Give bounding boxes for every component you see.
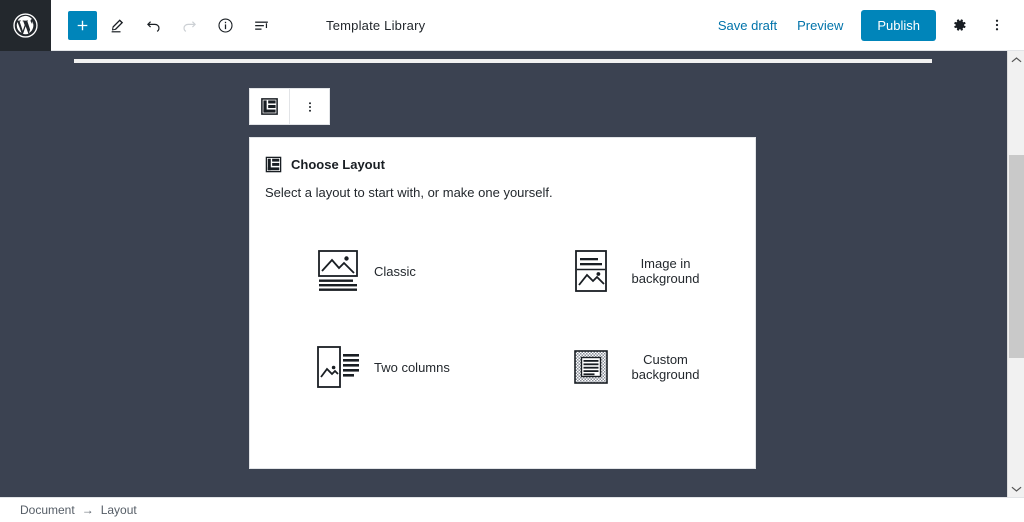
scrollbar-thumb[interactable] bbox=[1009, 155, 1024, 358]
layout-option-two-columns[interactable]: Two columns bbox=[250, 319, 503, 415]
block-more-options-icon[interactable] bbox=[290, 89, 329, 124]
wordpress-logo-icon[interactable] bbox=[0, 0, 51, 51]
block-navigation-icon[interactable] bbox=[246, 10, 277, 41]
editor-root: Template Library Save draft Preview Publ… bbox=[0, 0, 1024, 522]
redo-arrow-icon[interactable] bbox=[174, 10, 205, 41]
editor-top-toolbar: Template Library Save draft Preview Publ… bbox=[0, 0, 1024, 51]
undo-arrow-icon[interactable] bbox=[138, 10, 169, 41]
chevron-up-icon[interactable] bbox=[1008, 51, 1024, 68]
editor-status-bar: Document → Layout bbox=[0, 497, 1024, 522]
image-beside-text-icon bbox=[316, 345, 360, 389]
layout-grid-icon[interactable] bbox=[250, 89, 289, 124]
breadcrumb-separator: → bbox=[81, 503, 94, 517]
gear-icon[interactable] bbox=[944, 10, 974, 40]
layout-grid-icon bbox=[265, 156, 282, 173]
panel-header: Choose Layout bbox=[250, 138, 755, 173]
panel-subtitle: Select a layout to start with, or make o… bbox=[265, 185, 553, 200]
vertical-scrollbar[interactable] bbox=[1007, 51, 1024, 497]
editor-canvas: Choose Layout Select a layout to start w… bbox=[0, 51, 1007, 497]
panel-title: Choose Layout bbox=[291, 157, 385, 172]
pencil-icon[interactable] bbox=[102, 10, 133, 41]
layout-option-label: Custom background bbox=[631, 352, 700, 382]
block-toolbar bbox=[249, 88, 330, 125]
document-title: Template Library bbox=[326, 17, 426, 33]
toolbar-left-group: Template Library bbox=[51, 10, 425, 41]
patterned-background-icon bbox=[569, 345, 613, 389]
chevron-down-icon[interactable] bbox=[1008, 480, 1024, 497]
layout-options-grid: Classic Image in background Two columns … bbox=[250, 223, 755, 415]
layout-option-custom-background[interactable]: Custom background bbox=[503, 319, 756, 415]
kebab-menu-icon[interactable] bbox=[982, 10, 1012, 40]
choose-layout-panel: Choose Layout Select a layout to start w… bbox=[249, 137, 756, 469]
breadcrumb-item-layout[interactable]: Layout bbox=[101, 503, 137, 517]
layout-option-label: Classic bbox=[374, 263, 416, 279]
toolbar-right-group: Save draft Preview Publish bbox=[708, 9, 1024, 41]
save-draft-button[interactable]: Save draft bbox=[708, 12, 787, 39]
publish-button[interactable]: Publish bbox=[861, 9, 936, 41]
block-placeholder-bar bbox=[74, 59, 932, 63]
image-over-text-icon bbox=[316, 249, 360, 293]
layout-option-image-in-background[interactable]: Image in background bbox=[503, 223, 756, 319]
layout-option-label: Two columns bbox=[374, 359, 450, 375]
text-over-image-icon bbox=[569, 249, 613, 293]
layout-option-label: Image in background bbox=[631, 256, 700, 286]
info-circle-icon[interactable] bbox=[210, 10, 241, 41]
add-block-button[interactable] bbox=[68, 10, 97, 40]
breadcrumb-item-document[interactable]: Document bbox=[20, 503, 75, 517]
layout-option-classic[interactable]: Classic bbox=[250, 223, 503, 319]
preview-button[interactable]: Preview bbox=[787, 12, 853, 39]
